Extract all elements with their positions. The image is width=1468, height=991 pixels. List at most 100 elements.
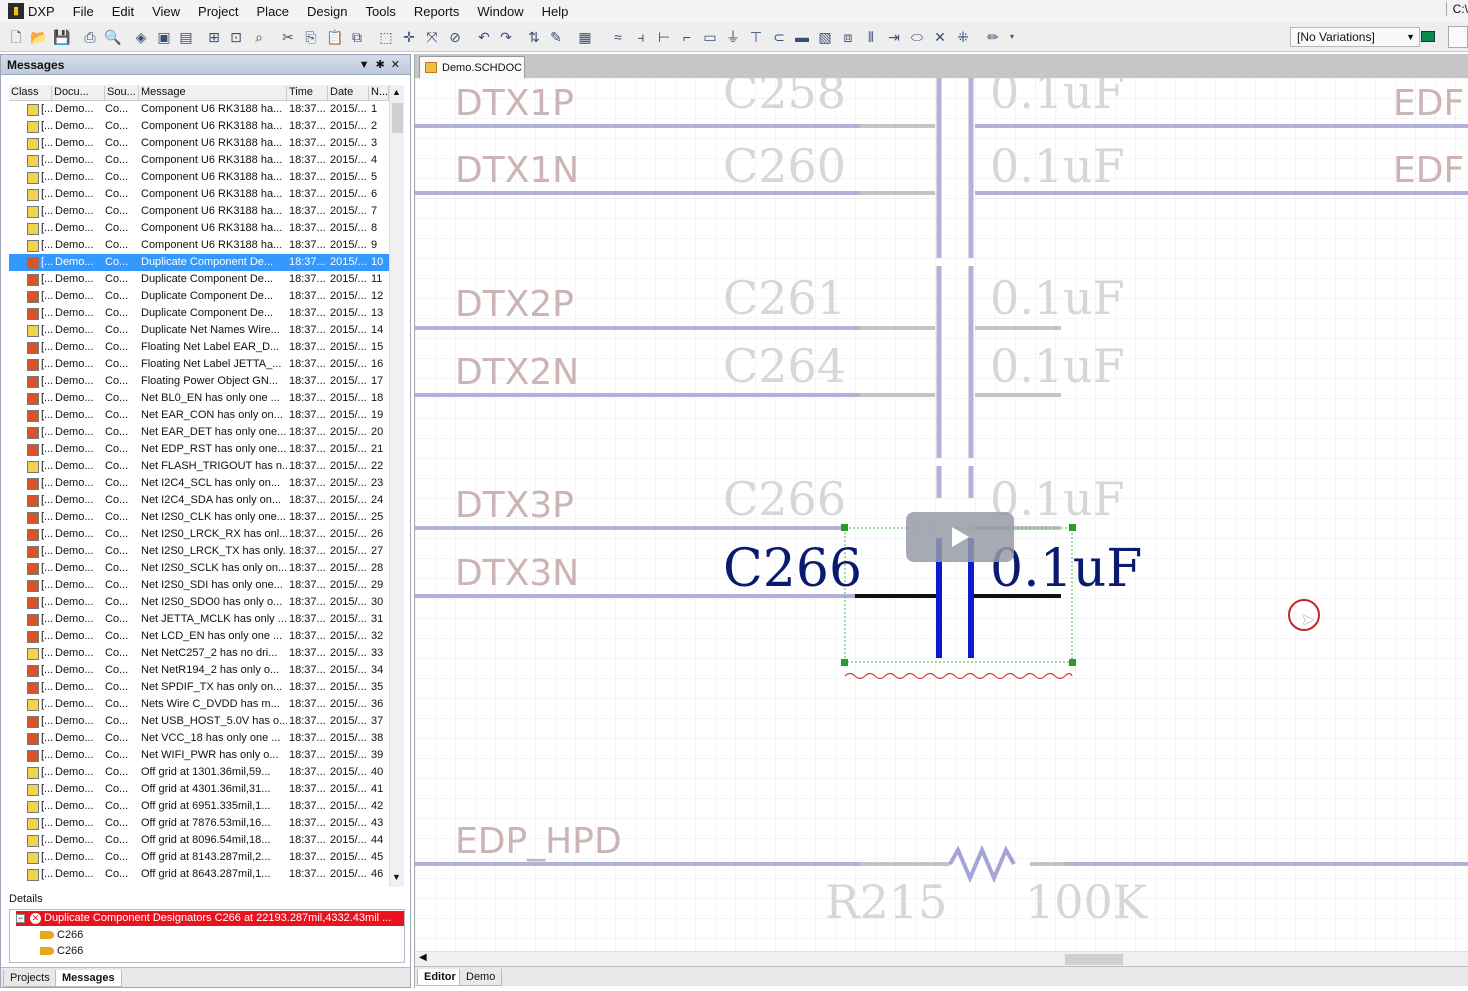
tab-demo[interactable]: Demo xyxy=(459,969,503,986)
col-message[interactable]: Message xyxy=(139,86,287,100)
messages-scrollbar[interactable]: ▲ ▼ xyxy=(389,85,404,887)
capacitor-designator[interactable]: C258 xyxy=(723,78,846,119)
scroll-up-icon[interactable]: ▲ xyxy=(392,87,401,97)
message-row[interactable]: [... Demo... Co... Net I2S0_LRCK_RX has onl… xyxy=(9,526,389,543)
device-sheet-icon[interactable]: ⧈ xyxy=(840,29,856,45)
message-row[interactable]: [... Demo... Co... Net I2S0_CLK has only on… xyxy=(9,509,389,526)
undo-icon[interactable]: ↶ xyxy=(476,29,492,45)
message-row[interactable]: [... Demo... Co... Component U6 RK3188 ha..… xyxy=(9,169,389,186)
message-row[interactable]: [... Demo... Co... Net NetC257_2 has no dri… xyxy=(9,645,389,662)
message-row[interactable]: [... Demo... Co... Off grid at 1301.36mil,5… xyxy=(9,764,389,781)
message-row[interactable]: [... Demo... Co... Net I2C4_SDA has only on… xyxy=(9,492,389,509)
zoom-icon[interactable]: ⌕ xyxy=(251,29,267,45)
scroll-down-icon[interactable]: ▼ xyxy=(392,872,401,882)
message-row[interactable]: [... Demo... Co... Off grid at 7876.53mil,1… xyxy=(9,815,389,832)
toolbar-overflow-button[interactable] xyxy=(1448,26,1468,48)
resistor-designator[interactable]: R215 xyxy=(825,875,947,929)
port-icon[interactable]: ⬭ xyxy=(909,29,925,45)
message-row[interactable]: [... Demo... Co... Net WIFI_PWR has only o.… xyxy=(9,747,389,764)
tab-editor[interactable]: Editor xyxy=(417,969,463,986)
net-label[interactable]: DTX1P xyxy=(455,83,574,124)
capacitor-value[interactable]: 0.1uF xyxy=(990,139,1125,193)
message-row[interactable]: [... Demo... Co... Off grid at 8143.287mil,… xyxy=(9,849,389,866)
message-row[interactable]: [... Demo... Co... Off grid at 8643.287mil,… xyxy=(9,866,389,883)
menu-file[interactable]: File xyxy=(73,4,94,19)
message-row[interactable]: [... Demo... Co... Net NetR194_2 has only o… xyxy=(9,662,389,679)
harness-icon[interactable]: ⫴ xyxy=(863,29,879,45)
redo-icon[interactable]: ↷ xyxy=(498,29,514,45)
menu-place[interactable]: Place xyxy=(257,4,290,19)
board-icon[interactable]: ▣ xyxy=(156,29,172,45)
message-row[interactable]: [... Demo... Co... Nets Wire C_DVDD has m..… xyxy=(9,696,389,713)
message-row[interactable]: [... Demo... Co... Net BL0_EN has only one … xyxy=(9,390,389,407)
pen-icon[interactable]: ✏ xyxy=(985,29,1001,45)
col-source[interactable]: Sou... xyxy=(105,86,139,100)
message-row[interactable]: [... Demo... Co... Duplicate Component De..… xyxy=(9,288,389,305)
pin-icon[interactable]: ✱ xyxy=(376,59,391,71)
message-row[interactable]: [... Demo... Co... Component U6 RK3188 ha..… xyxy=(9,152,389,169)
message-row[interactable]: [... Demo... Co... Net I2S0_SDO0 has only o… xyxy=(9,594,389,611)
tab-demo-schdoc[interactable]: Demo.SCHDOC xyxy=(419,56,525,78)
save-icon[interactable]: 💾 xyxy=(53,29,70,45)
details-item[interactable]: C266 xyxy=(40,929,83,941)
menu-reports[interactable]: Reports xyxy=(414,4,460,19)
message-row[interactable]: [... Demo... Co... Component U6 RK3188 ha..… xyxy=(9,237,389,254)
cross-probe-icon[interactable]: ✎ xyxy=(548,29,564,45)
canvas-horizontal-scrollbar[interactable]: ◀ xyxy=(415,951,1468,966)
no-erc-icon[interactable]: ✕ xyxy=(932,29,948,45)
capacitor-designator[interactable]: C261 xyxy=(723,271,846,325)
tab-projects[interactable]: Projects xyxy=(3,970,57,987)
scroll-thumb[interactable] xyxy=(1065,954,1123,965)
message-row[interactable]: [... Demo... Co... Duplicate Component De..… xyxy=(9,254,389,271)
message-row[interactable]: [... Demo... Co... Net EDP_RST has only one… xyxy=(9,441,389,458)
place-part-icon[interactable]: ⊂ xyxy=(771,29,787,45)
col-document[interactable]: Docu... xyxy=(52,86,105,100)
message-row[interactable]: [... Demo... Co... Off grid at 4301.36mil,3… xyxy=(9,781,389,798)
menu-help[interactable]: Help xyxy=(542,4,569,19)
panel-menu-icon[interactable]: ▼ xyxy=(359,59,376,71)
zoom-fit-icon[interactable]: ⊞ xyxy=(206,29,222,45)
message-row[interactable]: [... Demo... Co... Floating Net Label EAR_D… xyxy=(9,339,389,356)
message-row[interactable]: [... Demo... Co... Component U6 RK3188 ha..… xyxy=(9,186,389,203)
hierarchy-icon[interactable]: ⇅ xyxy=(526,29,542,45)
close-icon[interactable]: ✕ xyxy=(391,59,406,71)
details-item[interactable]: C266 xyxy=(40,945,83,957)
message-row[interactable]: [... Demo... Co... Off grid at 8096.54mil,1… xyxy=(9,832,389,849)
capacitor-value[interactable]: 0.1uF xyxy=(990,271,1125,325)
message-row[interactable]: [... Demo... Co... Net EAR_DET has only one… xyxy=(9,424,389,441)
resistor-value[interactable]: 100K xyxy=(1025,875,1149,929)
capacitor-designator[interactable]: C260 xyxy=(723,139,846,193)
message-row[interactable]: [... Demo... Co... Duplicate Component De..… xyxy=(9,271,389,288)
message-row[interactable]: [... Demo... Co... Component U6 RK3188 ha..… xyxy=(9,135,389,152)
vcc-port-icon[interactable]: ⊤ xyxy=(748,29,764,45)
capacitor-value[interactable]: 0.1uF xyxy=(990,339,1125,393)
layers-icon[interactable]: ◈ xyxy=(133,29,149,45)
menu-edit[interactable]: Edit xyxy=(112,4,134,19)
selected-designator[interactable]: C266 xyxy=(723,539,862,599)
sheet-symbol-icon[interactable]: ▬ xyxy=(794,29,810,45)
sheet-entry-icon[interactable]: ▧ xyxy=(817,29,833,45)
signal-harness-icon[interactable]: ⌐ xyxy=(679,29,695,45)
net-label[interactable]: DTX2N xyxy=(455,352,579,393)
print-preview-icon[interactable]: 🔍 xyxy=(104,29,121,45)
message-row[interactable]: [... Demo... Co... Component U6 RK3188 ha..… xyxy=(9,220,389,237)
select-area-icon[interactable]: ⬚ xyxy=(378,29,394,45)
print-icon[interactable]: ⎙ xyxy=(82,29,98,45)
variations-dropdown[interactable]: [No Variations] ▼ xyxy=(1290,27,1420,47)
menu-design[interactable]: Design xyxy=(307,4,347,19)
net-label[interactable]: DTX1N xyxy=(455,150,579,191)
message-row[interactable]: [... Demo... Co... Duplicate Net Names Wire… xyxy=(9,322,389,339)
compile-mask-icon[interactable]: ⁜ xyxy=(955,29,971,45)
message-row[interactable]: [... Demo... Co... Net SPDIF_TX has only on… xyxy=(9,679,389,696)
message-row[interactable]: [... Demo... Co... Component U6 RK3188 ha..… xyxy=(9,203,389,220)
message-row[interactable]: [... Demo... Co... Net I2S0_SCLK has only o… xyxy=(9,560,389,577)
schematic-canvas[interactable]: DTX1P DTX1N DTX2P DTX2N DTX3P DTX3N EDP_… xyxy=(415,78,1468,951)
rubber-stamp-icon[interactable]: ⧉ xyxy=(349,29,365,45)
message-row[interactable]: [... Demo... Co... Floating Net Label JETTA… xyxy=(9,356,389,373)
capacitor-value[interactable]: 0.1uF xyxy=(990,78,1125,119)
collapse-toggle[interactable]: − xyxy=(16,914,25,923)
copy-icon[interactable]: ⎘ xyxy=(303,29,319,45)
harness-entry-icon[interactable]: ⇥ xyxy=(886,29,902,45)
col-date[interactable]: Date xyxy=(328,86,369,100)
zoom-area-icon[interactable]: ⊡ xyxy=(228,29,244,45)
